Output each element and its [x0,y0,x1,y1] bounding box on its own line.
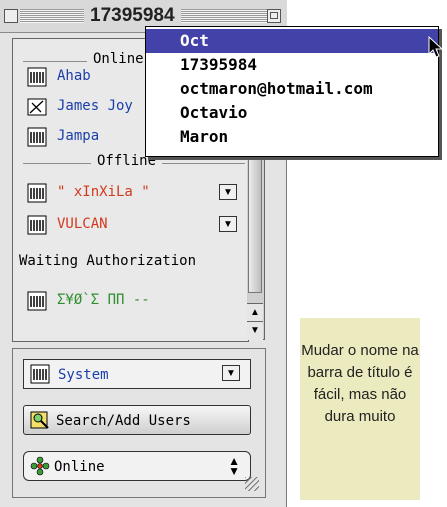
control-panel: System ▼ Search/Add Users Online ▲ ▼ [12,348,266,498]
drawing-icon [27,98,47,116]
close-box[interactable] [4,9,18,23]
popup-menu-item[interactable]: Octavio [146,101,438,125]
scroll-down-arrow-icon[interactable]: ▼ [247,321,263,340]
icq-user-icon [27,215,47,235]
contact-name: Ahab [57,68,91,84]
mouse-cursor-icon [428,36,444,58]
popup-menu-item[interactable]: octmaron@hotmail.com [146,77,438,101]
caption-note: Mudar o nome na barra de título é fácil,… [300,318,420,500]
waiting-group-label[interactable]: Waiting Authorization [19,253,196,269]
search-users-icon [30,411,49,429]
contact-row-xinxila[interactable]: " xInXiLa " ▼ [27,179,247,209]
popup-menu-item[interactable]: Maron [146,125,438,149]
contact-name: " xInXiLa " [57,184,150,200]
icq-user-icon [27,127,47,147]
window-title[interactable]: 17395984 [84,5,181,27]
icq-user-icon [27,67,47,87]
popup-menu-item[interactable]: 17395984 [146,53,438,77]
icq-user-icon [30,364,50,384]
contact-name: Jampa [57,128,100,144]
resize-grip[interactable] [245,477,259,491]
status-label: Online [54,459,105,475]
contact-name: Σ¥Ø`Σ ΠΠ -- [57,292,150,308]
system-menu-button[interactable]: ▼ [222,365,240,381]
updown-arrows-icon: ▲ ▼ [228,454,240,478]
popup-menu-item[interactable]: Oct [146,29,438,53]
system-label: System [58,367,109,383]
search-add-users-label: Search/Add Users [56,413,191,429]
contact-menu-button[interactable]: ▼ [219,216,237,232]
icq-user-icon [27,183,47,203]
contact-name: James Joy [57,98,133,114]
contact-row-vulcan[interactable]: VULCAN ▼ [27,211,247,241]
icq-user-icon [27,291,47,311]
status-select[interactable]: Online ▲ ▼ [23,451,251,481]
contact-name: VULCAN [57,216,108,232]
search-add-users-button[interactable]: Search/Add Users [23,405,251,435]
contact-row-waiting[interactable]: Σ¥Ø`Σ ΠΠ -- [27,287,247,317]
contact-menu-button[interactable]: ▼ [219,184,237,200]
online-flower-icon [30,456,50,476]
zoom-box[interactable] [267,9,281,23]
scroll-up-arrow-icon[interactable]: ▲ [247,303,263,322]
system-button[interactable]: System ▼ [23,359,251,389]
title-edit-popup-menu: Oct 17395984 octmaron@hotmail.com Octavi… [145,26,439,157]
